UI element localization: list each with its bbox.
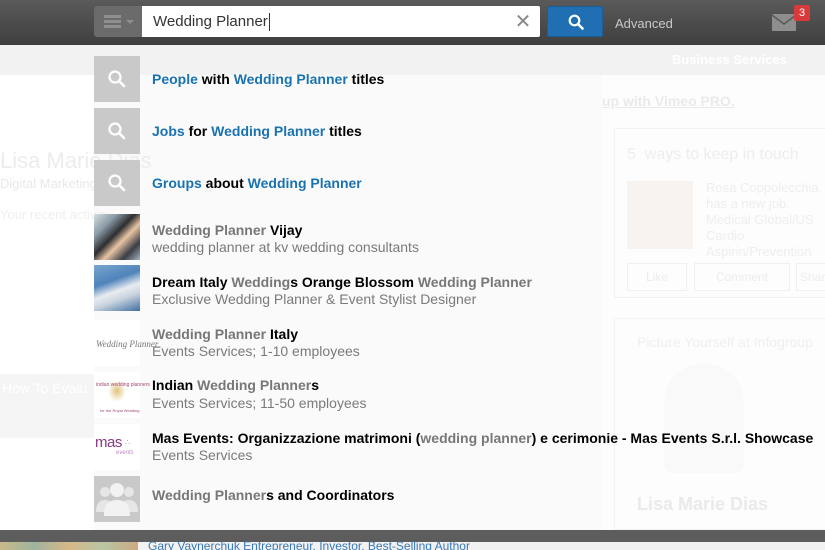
search-suggestions-dropdown: People with Wedding Planner titles Jobs … <box>94 52 825 526</box>
title-text: s and Coordinators <box>266 487 395 503</box>
suggestion-title: Wedding Planner Italy <box>152 326 298 342</box>
left-nav <box>0 75 94 530</box>
showcase-logo-subtext: events <box>116 450 134 456</box>
title-highlight: wedding planner <box>420 430 532 446</box>
title-highlight: Wedding Planner <box>197 377 312 393</box>
title-highlight: Wedding Planner <box>152 326 267 342</box>
title-highlight: Wedding Planner <box>233 71 348 87</box>
feed-item-link[interactable]: Gary Vaynerchuk Entrepreneur, Investor, … <box>148 540 470 550</box>
suggestion-person-result[interactable]: Wedding Planner Vijay wedding planner at… <box>94 208 825 260</box>
envelope-icon <box>771 14 797 31</box>
title-highlight: Wedding Planner <box>152 222 267 238</box>
suggestion-title: Wedding Planners and Coordinators <box>152 487 394 503</box>
suggestion-subtitle: Exclusive Wedding Planner & Event Stylis… <box>152 291 477 307</box>
title-text: Indian <box>152 377 198 393</box>
suggestion-person-result[interactable]: Dream Italy Weddings Orange Blossom Wedd… <box>94 260 825 312</box>
title-text: titles <box>325 123 362 139</box>
suggestion-title: Wedding Planner Vijay <box>152 222 302 238</box>
close-icon: ✕ <box>514 11 532 33</box>
company-logo: indian wedding planners for the Royal We… <box>94 372 150 418</box>
showcase-logo: mas ∴ events <box>94 424 140 470</box>
title-highlight: Wedding Planner <box>417 274 532 290</box>
title-highlight: Groups <box>152 175 202 191</box>
title-highlight: People <box>152 71 198 87</box>
chevron-down-icon <box>126 20 134 24</box>
company-logo-text: indian wedding planners <box>96 382 150 388</box>
suggestion-subtitle: Events Services <box>152 447 253 463</box>
suggestion-company-result[interactable]: Wedding Planner Wedding Planner Italy Ev… <box>94 316 825 368</box>
feed-item-thumbnail <box>0 542 138 550</box>
suggestion-title: People with Wedding Planner titles <box>152 71 384 87</box>
suggestion-people-search[interactable]: People with Wedding Planner titles <box>94 52 825 104</box>
title-text: ) e cerimonie - Mas Events S.r.l. Showca… <box>531 430 814 446</box>
suggestion-subtitle: Events Services; 1-10 employees <box>152 343 360 359</box>
messages-badge: 3 <box>794 5 810 21</box>
search-icon <box>94 56 140 102</box>
messages-button[interactable] <box>771 14 797 36</box>
title-text: s Orange Blossom <box>290 274 418 290</box>
showcase-logo-text: mas <box>95 434 122 451</box>
title-text: Dream Italy <box>152 274 232 290</box>
company-logo: Wedding Planner <box>94 320 158 366</box>
search-icon <box>94 108 140 154</box>
suggestion-company-result[interactable]: indian wedding planners for the Royal We… <box>94 368 825 420</box>
text-cursor <box>269 13 270 31</box>
suggestion-group-result[interactable]: Wedding Planners and Coordinators <box>94 472 825 524</box>
hamburger-menu-icon <box>104 15 121 29</box>
title-text: Vijay <box>266 222 303 238</box>
suggestion-groups-search[interactable]: Groups about Wedding Planner <box>94 156 825 208</box>
company-logo-text: Wedding Planner <box>96 339 159 349</box>
title-highlight: Wedding <box>231 274 291 290</box>
title-highlight: Wedding Planner <box>211 123 326 139</box>
global-header: ✕ Advanced 3 <box>0 0 825 45</box>
title-text: about <box>201 175 248 191</box>
search-input[interactable] <box>142 6 540 37</box>
search-submit-button[interactable] <box>547 6 603 37</box>
profile-photo <box>94 214 140 260</box>
background-promo-text: How To Evalu <box>2 380 88 396</box>
title-highlight: Wedding Planner <box>247 175 362 191</box>
profile-photo <box>94 265 140 311</box>
search-icon <box>94 160 140 206</box>
company-logo-subtext: for the Royal Wedding <box>100 408 140 413</box>
suggestion-title: Jobs for Wedding Planner titles <box>152 123 362 139</box>
showcase-logo-mark: ∴ <box>125 438 131 447</box>
suggestion-title: Groups about Wedding Planner <box>152 175 362 191</box>
suggestion-jobs-search[interactable]: Jobs for Wedding Planner titles <box>94 104 825 156</box>
title-text: s <box>311 377 320 393</box>
title-highlight: Jobs <box>152 123 185 139</box>
title-text: Mas Events: Organizzazione matrimoni ( <box>152 430 421 446</box>
title-highlight: Wedding Planner <box>152 487 267 503</box>
suggestion-title: Dream Italy Weddings Orange Blossom Wedd… <box>152 274 532 290</box>
suggestion-title: Mas Events: Organizzazione matrimoni (we… <box>152 430 813 446</box>
suggestion-title: Indian Wedding Planners <box>152 377 319 393</box>
title-text: with <box>197 71 234 87</box>
title-text: titles <box>347 71 385 87</box>
search-category-menu-button[interactable] <box>94 6 142 37</box>
clear-search-button[interactable]: ✕ <box>514 12 532 32</box>
title-text: Italy <box>266 326 298 342</box>
group-icon <box>94 476 140 522</box>
suggestion-subtitle: wedding planner at kv wedding consultant… <box>152 239 419 255</box>
search-icon <box>568 14 584 30</box>
background-profile-subtitle: Digital Marketing S <box>0 176 110 191</box>
title-text: for <box>184 123 212 139</box>
background-activity: Your recent activity <box>0 207 110 222</box>
suggestion-subtitle: Events Services; 11-50 employees <box>152 395 367 411</box>
suggestion-showcase-result[interactable]: mas ∴ events Mas Events: Organizzazione … <box>94 420 825 472</box>
advanced-search-link[interactable]: Advanced <box>615 16 673 31</box>
